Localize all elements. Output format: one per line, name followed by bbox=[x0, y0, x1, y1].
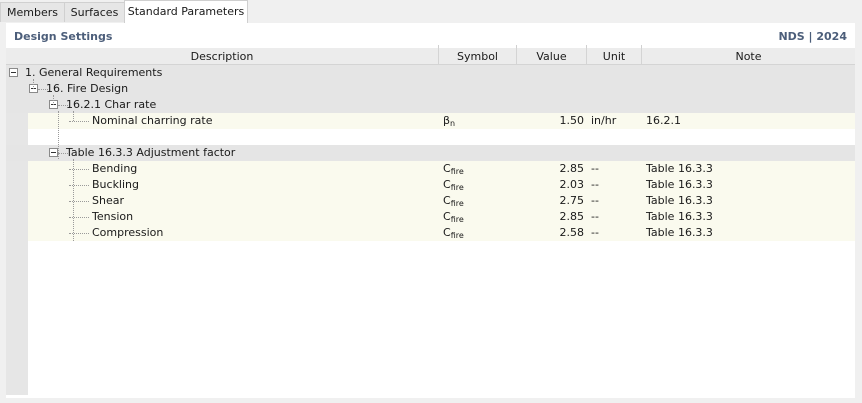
tree-row-adjustment-factor[interactable]: Table 16.3.3 Adjustment factor bbox=[6, 145, 855, 161]
parameter-description: Tension bbox=[92, 210, 134, 223]
parameter-unit: -- bbox=[591, 162, 599, 175]
table-row-compression[interactable]: Compression Cfire 2.58 -- Table 16.3.3 bbox=[28, 225, 855, 241]
tree-connector bbox=[58, 153, 68, 154]
parameter-note: Table 16.3.3 bbox=[646, 162, 713, 175]
column-header-label: Value bbox=[536, 50, 567, 63]
symbol-subscript: fire bbox=[450, 215, 464, 224]
table-row-tension[interactable]: Tension Cfire 2.85 -- Table 16.3.3 bbox=[28, 209, 855, 225]
table-row-nominal-charring-rate[interactable]: Nominal charring rate βn 1.50 in/hr 16.2… bbox=[28, 113, 855, 129]
tree-label: 16. Fire Design bbox=[46, 82, 129, 95]
parameter-value[interactable]: 2.85 bbox=[517, 161, 585, 177]
parameter-symbol: βn bbox=[443, 113, 455, 129]
symbol-base: C bbox=[443, 194, 451, 207]
parameter-description: Shear bbox=[92, 194, 124, 207]
tab-bar: Members Surfaces Standard Parameters bbox=[0, 0, 862, 23]
parameter-unit: -- bbox=[591, 194, 599, 207]
table-row-bending[interactable]: Bending Cfire 2.85 -- Table 16.3.3 bbox=[28, 161, 855, 177]
row-gutter bbox=[6, 65, 28, 395]
parameter-description: Buckling bbox=[92, 178, 140, 191]
tab-label: Standard Parameters bbox=[127, 5, 245, 18]
collapse-icon[interactable] bbox=[9, 68, 18, 77]
tree-label: Table 16.3.3 Adjustment factor bbox=[66, 146, 236, 159]
tree-label: 16.2.1 Char rate bbox=[66, 98, 157, 111]
column-header-label: Note bbox=[735, 50, 762, 63]
parameter-unit: -- bbox=[591, 226, 599, 239]
tree-label: 1. General Requirements bbox=[25, 66, 163, 79]
column-header-symbol[interactable]: Symbol bbox=[439, 48, 517, 65]
parameter-symbol: Cfire bbox=[443, 161, 464, 177]
symbol-base: β bbox=[443, 114, 451, 127]
tab-members[interactable]: Members bbox=[0, 2, 65, 22]
symbol-subscript: fire bbox=[450, 199, 464, 208]
column-header-note[interactable]: Note bbox=[642, 48, 855, 65]
parameter-description: Compression bbox=[92, 226, 164, 239]
parameter-symbol: Cfire bbox=[443, 193, 464, 209]
table-row-buckling[interactable]: Buckling Cfire 2.03 -- Table 16.3.3 bbox=[28, 177, 855, 193]
parameter-note: Table 16.3.3 bbox=[646, 226, 713, 239]
empty-table-area bbox=[28, 241, 855, 395]
symbol-base: C bbox=[443, 178, 451, 191]
symbol-subscript: fire bbox=[450, 231, 464, 240]
column-header-label: Symbol bbox=[457, 50, 498, 63]
parameter-value[interactable]: 1.50 bbox=[517, 113, 585, 129]
column-header-description[interactable]: Description bbox=[6, 48, 439, 65]
tree-connector bbox=[69, 201, 89, 202]
parameter-value[interactable]: 2.85 bbox=[517, 209, 585, 225]
symbol-subscript: fire bbox=[450, 167, 464, 176]
panel-title: Design Settings bbox=[14, 30, 113, 43]
parameter-value[interactable]: 2.58 bbox=[517, 225, 585, 241]
tab-label: Surfaces bbox=[70, 6, 119, 19]
tree-connector bbox=[58, 111, 59, 159]
tree-connector bbox=[58, 105, 68, 106]
symbol-base: C bbox=[443, 210, 451, 223]
blank-row bbox=[28, 129, 855, 145]
tree-connector bbox=[73, 159, 74, 241]
column-header-label: Unit bbox=[602, 50, 626, 63]
tree-connector bbox=[69, 217, 89, 218]
parameter-symbol: Cfire bbox=[443, 177, 464, 193]
column-header-label: Description bbox=[190, 50, 254, 63]
parameter-symbol: Cfire bbox=[443, 225, 464, 241]
tree-connector bbox=[69, 169, 89, 170]
parameter-note: Table 16.3.3 bbox=[646, 194, 713, 207]
tab-label: Members bbox=[7, 6, 58, 19]
tab-surfaces[interactable]: Surfaces bbox=[64, 2, 125, 22]
column-header-value[interactable]: Value bbox=[517, 48, 587, 65]
symbol-subscript: n bbox=[450, 119, 456, 128]
table-row-shear[interactable]: Shear Cfire 2.75 -- Table 16.3.3 bbox=[28, 193, 855, 209]
tree-connector bbox=[69, 121, 89, 122]
parameter-note: Table 16.3.3 bbox=[646, 210, 713, 223]
tree-connector bbox=[73, 111, 74, 121]
tree-connector bbox=[38, 89, 48, 90]
tree-connector bbox=[69, 233, 89, 234]
parameter-symbol: Cfire bbox=[443, 209, 464, 225]
parameter-description: Nominal charring rate bbox=[92, 114, 213, 127]
parameter-unit: -- bbox=[591, 178, 599, 191]
settings-table: Description Symbol Value Unit Note 1. Ge… bbox=[6, 45, 855, 395]
tree-connector bbox=[69, 185, 89, 186]
parameter-unit: -- bbox=[591, 210, 599, 223]
symbol-base: C bbox=[443, 162, 451, 175]
symbol-subscript: fire bbox=[450, 183, 464, 192]
parameter-value[interactable]: 2.03 bbox=[517, 177, 585, 193]
tree-row-fire-design[interactable]: 16. Fire Design bbox=[6, 81, 855, 97]
tree-row-char-rate[interactable]: 16.2.1 Char rate bbox=[6, 97, 855, 113]
tree-row-general-requirements[interactable]: 1. General Requirements bbox=[6, 65, 855, 81]
parameter-note: 16.2.1 bbox=[646, 114, 681, 127]
column-header-unit[interactable]: Unit bbox=[587, 48, 642, 65]
symbol-base: C bbox=[443, 226, 451, 239]
parameter-note: Table 16.3.3 bbox=[646, 178, 713, 191]
tab-standard-parameters[interactable]: Standard Parameters bbox=[124, 0, 248, 23]
collapse-icon[interactable] bbox=[49, 148, 58, 157]
tree-connector bbox=[33, 79, 34, 89]
panel-header: Design Settings NDS | 2024 bbox=[6, 23, 855, 49]
parameter-description: Bending bbox=[92, 162, 138, 175]
tree-connector bbox=[53, 95, 54, 105]
parameter-value[interactable]: 2.75 bbox=[517, 193, 585, 209]
parameter-unit: in/hr bbox=[591, 114, 617, 127]
standard-badge: NDS | 2024 bbox=[778, 30, 847, 43]
